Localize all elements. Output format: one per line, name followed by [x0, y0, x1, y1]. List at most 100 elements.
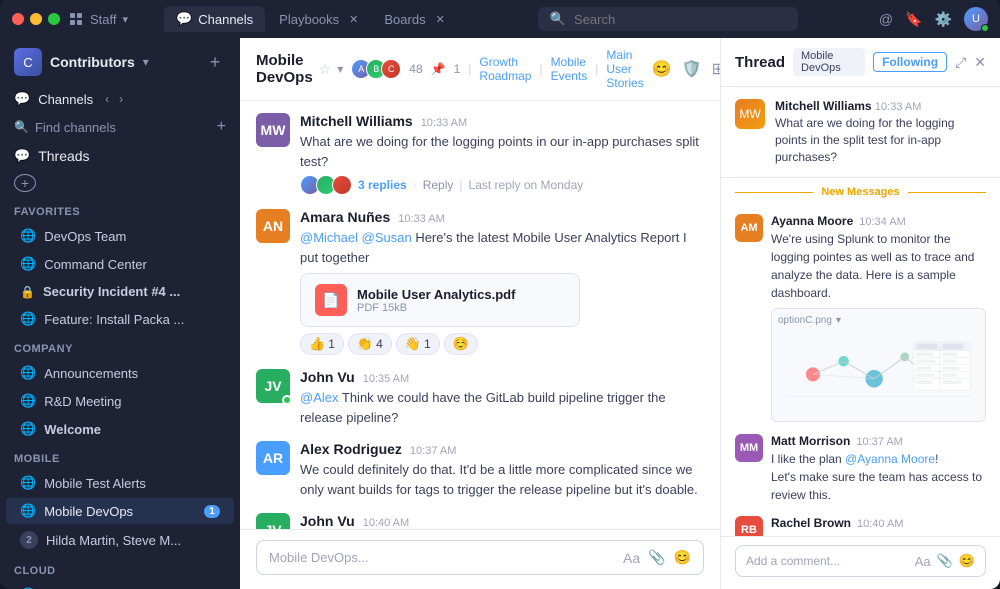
- reaction-wave[interactable]: 👋 1: [396, 333, 440, 355]
- bookmark-icon[interactable]: 🔖: [905, 11, 922, 28]
- settings-icon[interactable]: ⚙️: [935, 11, 952, 28]
- thread-panel: Thread Mobile DevOps Following ⤢ ✕ MW Mi…: [720, 38, 1000, 589]
- tab-playbooks[interactable]: Playbooks ✕: [267, 7, 370, 32]
- tab-playbooks-close[interactable]: ✕: [349, 13, 358, 26]
- thread-original-avatar: MW: [735, 99, 765, 129]
- attachment-icon[interactable]: 📎: [648, 549, 665, 566]
- search-box[interactable]: 🔍: [538, 7, 798, 31]
- thread-original-name: Mitchell Williams 10:33 AM: [775, 99, 986, 113]
- titlebar-actions: @ 🔖 ⚙️ U: [879, 7, 988, 31]
- chart-dropdown-icon[interactable]: ▾: [836, 315, 841, 326]
- thread-comment-input[interactable]: [746, 554, 909, 568]
- tag-stories[interactable]: Main User Stories: [606, 48, 643, 90]
- table-row: AN Amara Nuñes 10:33 AM @Michael @Susan …: [256, 209, 704, 355]
- thread-attachment-icon[interactable]: 📎: [937, 553, 953, 569]
- table-row: MW Mitchell Williams 10:33 AM What are w…: [256, 113, 704, 195]
- window-controls: [12, 13, 60, 25]
- user-avatar[interactable]: U: [964, 7, 988, 31]
- star-icon[interactable]: ☆: [319, 61, 332, 78]
- maximize-dot[interactable]: [48, 13, 60, 25]
- thread-emoji-icon[interactable]: 😊: [959, 553, 975, 569]
- tab-channels[interactable]: 💬 Channels: [164, 6, 265, 32]
- msg-author-name: John Vu: [300, 513, 355, 529]
- member-count: 48: [409, 62, 422, 76]
- sidebar-item-dm[interactable]: 2 Hilda Martin, Steve M...: [6, 526, 234, 554]
- grid-action-icon[interactable]: ⊞: [712, 59, 720, 79]
- msg-body: @Michael @Susan Here's the latest Mobile…: [300, 228, 704, 267]
- thread-original-text: What are we doing for the logging points…: [775, 115, 986, 165]
- thread-info: 3 replies · Reply | Last reply on Monday: [300, 175, 704, 195]
- reaction-thumbsup[interactable]: 👍 1: [300, 333, 344, 355]
- search-area: 🔍: [465, 7, 871, 31]
- section-favorites: FAVORITES: [0, 196, 240, 222]
- thread-input-area: Aa 📎 😊: [721, 536, 1000, 589]
- file-attachment[interactable]: 📄 Mobile User Analytics.pdf PDF 15kB: [300, 273, 580, 327]
- chat-input[interactable]: [269, 550, 615, 565]
- find-channels-button[interactable]: 🔍 Find channels: [14, 120, 116, 135]
- sidebar-item-rnd[interactable]: 🌐 R&D Meeting: [6, 388, 234, 414]
- mention-michael[interactable]: @Michael: [300, 230, 358, 245]
- msg-text-cont: Think we could have the GitLab build pip…: [300, 390, 666, 425]
- sidebar-item-command-center[interactable]: 🌐 Command Center: [6, 251, 234, 277]
- thread-messages: AM Ayanna Moore 10:34 AM We're using Spl…: [721, 206, 1000, 536]
- channel-badge-mobile-devops: 1: [204, 505, 220, 518]
- expand-icon[interactable]: ⤢: [955, 54, 966, 71]
- msg-body: We could definitely do that. It'd be a l…: [300, 460, 704, 499]
- mention-ayanna[interactable]: @Ayanna Moore: [845, 452, 935, 466]
- avatar: JV: [256, 369, 290, 403]
- sidebar-item-announcements[interactable]: 🌐 Announcements: [6, 360, 234, 386]
- reaction-smile[interactable]: ☺️: [444, 333, 478, 355]
- minimize-dot[interactable]: [30, 13, 42, 25]
- channel-name-mobile-test: Mobile Test Alerts: [44, 476, 220, 491]
- reply-button[interactable]: Reply: [423, 178, 454, 192]
- add-channel-button[interactable]: +: [217, 118, 226, 136]
- sidebar-item-feature[interactable]: 🌐 Feature: Install Packa ...: [6, 306, 234, 332]
- msg-body: @Alex Think we could have the GitLab bui…: [300, 388, 704, 427]
- mention-susan[interactable]: @Susan: [362, 230, 412, 245]
- tag-events[interactable]: Mobile Events: [551, 55, 588, 83]
- sidebar-item-devops-team[interactable]: 🌐 DevOps Team: [6, 223, 234, 249]
- mention-alex[interactable]: @Alex: [300, 390, 339, 405]
- shield-action-icon[interactable]: 🛡️: [682, 59, 702, 79]
- chat-title-chevron[interactable]: ▾: [337, 62, 343, 76]
- close-icon[interactable]: ✕: [974, 54, 986, 71]
- thread-msg-content: Matt Morrison 10:37 AM I like the plan @…: [771, 434, 986, 504]
- pdf-icon: 📄: [315, 284, 347, 316]
- nav-back-arrow[interactable]: ‹: [101, 90, 113, 108]
- threads-nav-item[interactable]: 💬 Threads: [0, 142, 240, 170]
- sidebar-item-welcome[interactable]: 🌐 Welcome: [6, 416, 234, 442]
- tab-boards-close[interactable]: ✕: [436, 13, 445, 26]
- at-icon[interactable]: @: [879, 11, 893, 27]
- text-format-icon[interactable]: Aa: [623, 550, 640, 566]
- emoji-icon[interactable]: 😊: [674, 549, 691, 566]
- chat-title: Mobile DevOps: [256, 52, 313, 86]
- emoji-action-icon[interactable]: 😊: [652, 59, 672, 79]
- tag-growth[interactable]: Growth Roadmap: [479, 55, 531, 83]
- thread-reply-count[interactable]: 3 replies: [358, 178, 407, 192]
- message-content: John Vu 10:40 AM Great, I'll make a Jira…: [300, 513, 704, 529]
- message-header: John Vu 10:40 AM: [300, 513, 704, 529]
- workspace-plus-button[interactable]: +: [204, 51, 226, 73]
- search-input[interactable]: [574, 12, 774, 27]
- thread-text-format-icon[interactable]: Aa: [915, 554, 931, 569]
- reaction-clap[interactable]: 👏 4: [348, 333, 392, 355]
- nav-forward-arrow[interactable]: ›: [115, 90, 127, 108]
- msg-timestamp: 10:33 AM: [398, 213, 444, 225]
- sidebar-item-security-incident[interactable]: 🔒 Security Incident #4 ...: [6, 279, 234, 304]
- sidebar-item-mobile-devops[interactable]: 🌐 Mobile DevOps 1: [6, 498, 234, 524]
- chat-actions: 😊 🛡️ ⊞: [652, 59, 720, 79]
- sidebar-item-cloud-engineering[interactable]: 🌐 Cloud Engineering: [6, 582, 234, 589]
- tab-boards[interactable]: Boards ✕: [372, 7, 456, 32]
- avatar: AR: [256, 441, 290, 475]
- thread-msg-content: Rachel Brown 10:40 AM I'll be on to trou…: [771, 516, 986, 536]
- thread-input-box[interactable]: Aa 📎 😊: [735, 545, 986, 577]
- chat-input-box[interactable]: Aa 📎 😊: [256, 540, 704, 575]
- thread-following-button[interactable]: Following: [873, 52, 947, 72]
- sidebar-item-mobile-test[interactable]: 🌐 Mobile Test Alerts: [6, 470, 234, 496]
- channel-icon: 🌐: [20, 365, 36, 381]
- thread-avatars: [300, 175, 352, 195]
- close-dot[interactable]: [12, 13, 24, 25]
- add-section-button[interactable]: +: [14, 174, 36, 192]
- thread-header: Thread Mobile DevOps Following ⤢ ✕: [721, 38, 1000, 87]
- workspace-name[interactable]: C Contributors ▾: [14, 48, 149, 76]
